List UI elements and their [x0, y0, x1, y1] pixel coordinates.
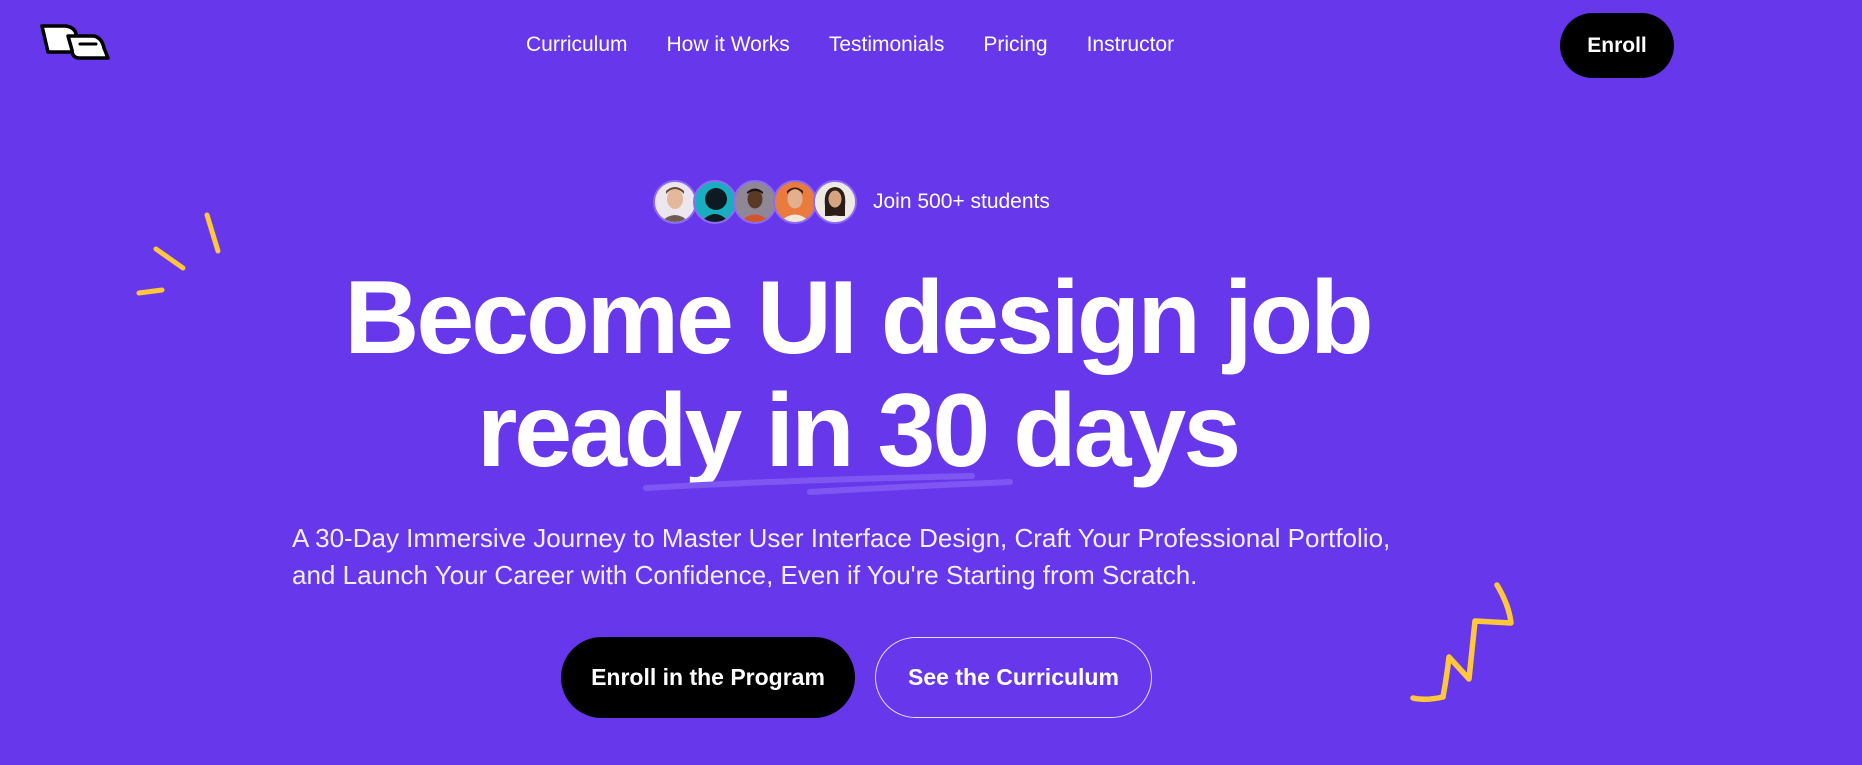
enroll-button[interactable]: Enroll — [1560, 13, 1674, 78]
avatar — [773, 180, 817, 224]
nav-link-pricing[interactable]: Pricing — [983, 30, 1047, 60]
main-nav: Curriculum How it Works Testimonials Pri… — [526, 30, 1174, 60]
social-proof: Join 500+ students — [653, 179, 1050, 225]
hero-headline: Become UI design job ready in 30 days — [0, 262, 1715, 488]
nav-link-how-it-works[interactable]: How it Works — [667, 30, 790, 60]
headline-underline-icon — [643, 473, 1013, 495]
student-avatars — [653, 180, 857, 224]
students-count-text: Join 500+ students — [873, 190, 1050, 213]
hero-subtitle-line-2: and Launch Your Career with Confidence, … — [292, 560, 1198, 590]
nav-link-instructor[interactable]: Instructor — [1087, 30, 1175, 60]
enroll-in-program-button[interactable]: Enroll in the Program — [561, 637, 855, 718]
hero-headline-line-1: Become UI design job — [344, 260, 1373, 376]
avatar — [653, 180, 697, 224]
hero-subtitle: A 30-Day Immersive Journey to Master Use… — [292, 520, 1452, 594]
nav-link-curriculum[interactable]: Curriculum — [526, 30, 628, 60]
brand-logo[interactable] — [38, 22, 112, 64]
nav-link-testimonials[interactable]: Testimonials — [829, 30, 945, 60]
zigzag-doodle-icon — [1410, 582, 1514, 703]
avatar — [693, 180, 737, 224]
hero-subtitle-line-1: A 30-Day Immersive Journey to Master Use… — [292, 523, 1391, 553]
see-curriculum-button[interactable]: See the Curriculum — [875, 637, 1152, 718]
avatar — [813, 180, 857, 224]
dc-logo-icon — [40, 24, 110, 60]
avatar — [733, 180, 777, 224]
